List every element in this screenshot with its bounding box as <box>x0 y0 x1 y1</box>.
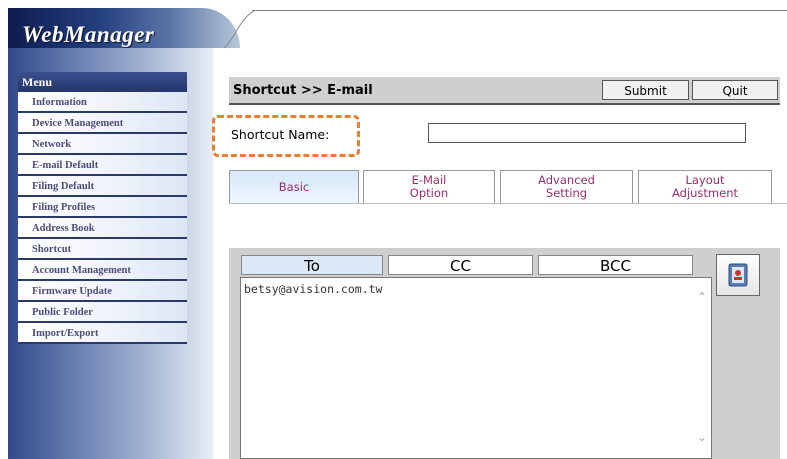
top-banner: WebManager <box>0 0 787 49</box>
tab-layout-adjustment[interactable]: Layout Adjustment <box>638 170 772 203</box>
tab-advanced-setting[interactable]: Advanced Setting <box>500 170 633 203</box>
sidebar-item-public-folder[interactable]: Public Folder <box>18 302 187 323</box>
tab-layout-adjustment-line2: Adjustment <box>671 186 739 200</box>
submit-button[interactable]: Submit <box>602 80 689 100</box>
page-title: Shortcut >> E-mail <box>233 83 373 98</box>
address-book-icon <box>728 263 748 287</box>
tab-advanced-setting-label: Advanced Setting <box>538 174 595 200</box>
sidebar-item-filing-default[interactable]: Filing Default <box>18 176 187 197</box>
highlight-callout <box>212 115 360 157</box>
sidebar-item-import-export[interactable]: Import/Export <box>18 323 187 344</box>
tab-cc[interactable]: CC <box>388 255 533 275</box>
tab-bcc[interactable]: BCC <box>538 255 693 275</box>
sidebar-item-network[interactable]: Network <box>18 134 187 155</box>
tab-divider <box>229 203 787 204</box>
quit-button[interactable]: Quit <box>692 80 778 100</box>
tab-basic[interactable]: Basic <box>229 170 359 203</box>
sidebar-item-email-default[interactable]: E-mail Default <box>18 155 187 176</box>
logo-area: WebManager <box>8 8 240 48</box>
banner-line <box>252 10 787 11</box>
tab-email-option-label: E-Mail Option <box>410 174 448 200</box>
logo: WebManager <box>22 22 155 47</box>
tab-email-option-line2: Option <box>409 186 449 200</box>
tab-layout-adjustment-label: Layout Adjustment <box>672 174 738 200</box>
tab-to[interactable]: To <box>241 255 383 275</box>
menu-header: Menu <box>18 72 187 92</box>
shortcut-name-input[interactable] <box>428 123 746 143</box>
sidebar-item-account-management[interactable]: Account Management <box>18 260 187 281</box>
page-title-bar: Shortcut >> E-mail Submit Quit <box>229 77 780 105</box>
sidebar-item-firmware-update[interactable]: Firmware Update <box>18 281 187 302</box>
sidebar-item-information[interactable]: Information <box>18 92 187 113</box>
tab-basic-label: Basic <box>278 179 310 194</box>
sidebar-item-filing-profiles[interactable]: Filing Profiles <box>18 197 187 218</box>
tab-advanced-setting-line2: Setting <box>545 186 588 200</box>
recipients-textarea[interactable]: betsy@avision.com.tw <box>240 277 712 459</box>
scroll-up-icon[interactable]: ⌃ <box>697 290 707 304</box>
sidebar-item-address-book[interactable]: Address Book <box>18 218 187 239</box>
address-book-button[interactable] <box>716 254 760 296</box>
sidebar-item-shortcut[interactable]: Shortcut <box>18 239 187 260</box>
scroll-down-icon[interactable]: ⌄ <box>697 430 707 444</box>
tab-email-option[interactable]: E-Mail Option <box>363 170 495 203</box>
sidebar-item-device-management[interactable]: Device Management <box>18 113 187 134</box>
sidebar-menu: Menu Information Device Management Netwo… <box>18 72 187 344</box>
banner-curve <box>224 10 255 49</box>
